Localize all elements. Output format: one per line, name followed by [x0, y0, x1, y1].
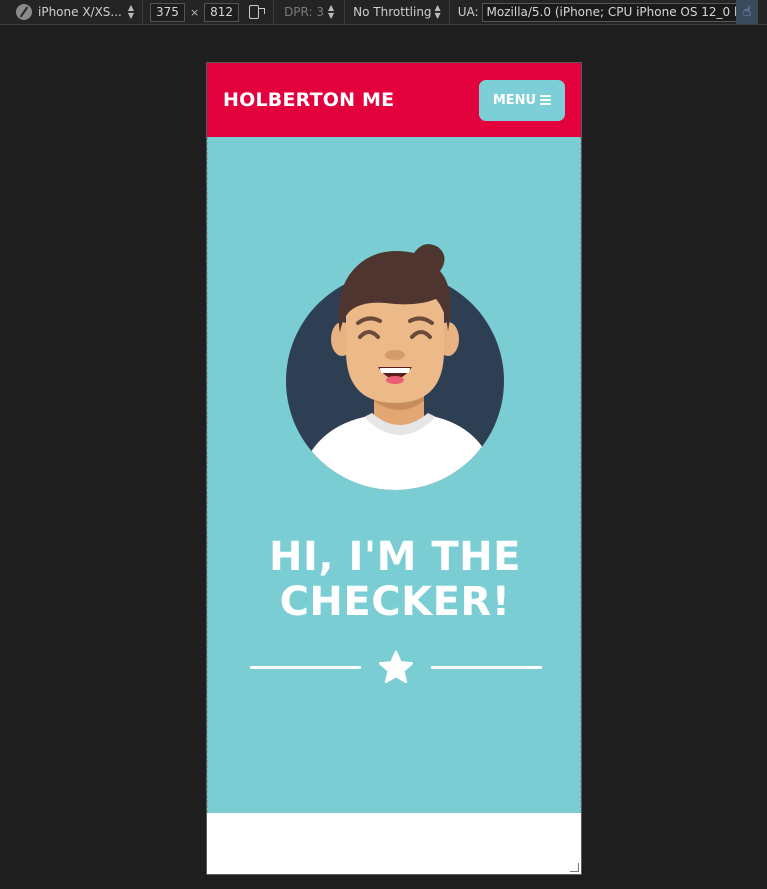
rotate-icon[interactable]: [249, 5, 266, 19]
star-icon: [378, 650, 414, 684]
times-sign: ×: [189, 5, 200, 19]
divider-line-left: [250, 666, 361, 669]
site-brand[interactable]: HOLBERTON ME: [223, 89, 394, 111]
hero-title-line-1: HI, I'M THE: [269, 534, 521, 580]
device-name: iPhone X/XS...: [38, 5, 122, 19]
hero-title-line-2: CHECKER!: [279, 579, 511, 625]
throttle-label: No Throttling: [353, 5, 432, 19]
menu-label: MENU: [492, 92, 537, 108]
throttle-selector[interactable]: No Throttling ▲ ▼: [345, 4, 449, 20]
hero-title: HI, I'M THE CHECKER!: [208, 534, 581, 625]
compass-icon: [16, 4, 32, 20]
site-header: HOLBERTON ME MENU: [207, 63, 581, 137]
device-selector[interactable]: iPhone X/XS... ▲ ▼: [0, 0, 142, 25]
page-below-fold: [207, 813, 581, 874]
hero-section: HI, I'M THE CHECKER!: [207, 137, 581, 813]
star-divider: [250, 650, 542, 686]
user-agent-input[interactable]: Mozilla/5.0 (iPhone; CPU iPhone OS 12_0 …: [481, 2, 752, 22]
devtools-device-toolbar: iPhone X/XS... ▲ ▼ 375 × 812 DPR: 3 ▲ ▼ No…: [0, 0, 767, 25]
ua-label: UA:: [457, 5, 479, 19]
resize-handle[interactable]: [570, 863, 579, 872]
hamburger-icon: [540, 93, 552, 107]
touch-icon[interactable]: ☝: [736, 0, 758, 24]
user-agent-group: UA: Mozilla/5.0 (iPhone; CPU iPhone OS 1…: [450, 2, 752, 22]
height-input[interactable]: 812: [204, 2, 240, 22]
smiling-man-avatar: [286, 244, 504, 490]
updown-arrows-icon: ▲ ▼: [127, 3, 135, 20]
menu-button[interactable]: MENU: [479, 79, 565, 121]
dpr-selector[interactable]: DPR: 3 ▲ ▼: [274, 4, 344, 20]
divider-line-right: [431, 666, 542, 669]
width-input[interactable]: 375: [150, 2, 185, 22]
updown-arrows-icon: ▲ ▼: [434, 3, 441, 20]
dpr-label: DPR: 3: [284, 5, 324, 19]
updown-arrows-icon: ▲ ▼: [328, 3, 335, 20]
dimensions-group: 375 × 812: [143, 2, 273, 22]
device-viewport: HOLBERTON ME MENU HI, I'M THE CHECKER!: [206, 62, 582, 875]
